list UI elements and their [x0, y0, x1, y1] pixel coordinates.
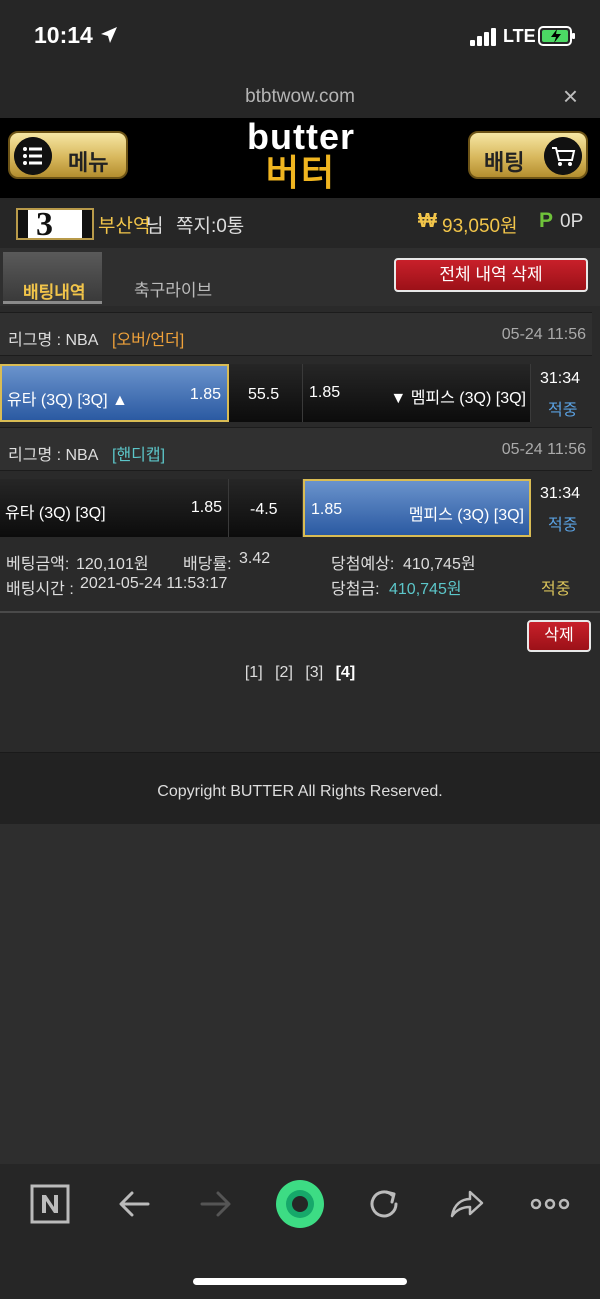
status-time: 10:14	[34, 22, 93, 48]
page-link[interactable]: [1]	[245, 664, 263, 682]
bet-amount-label: 베팅금액:	[6, 556, 70, 573]
status-bar: 10:14 LTE	[0, 0, 600, 76]
signal-icon	[470, 28, 496, 46]
league-date: 05-24 11:56	[501, 441, 586, 458]
home-team: 유타 (3Q) [3Q] ▲	[7, 392, 128, 409]
network-type: LTE	[503, 26, 536, 46]
more-options-icon[interactable]	[530, 1184, 570, 1224]
center-line: 55.5	[229, 364, 303, 422]
site-footer: Copyright BUTTER All Rights Reserved.	[0, 752, 600, 824]
close-icon[interactable]: ×	[563, 83, 578, 109]
game-time: 31:34	[540, 485, 581, 502]
delete-all-button[interactable]: 전체 내역 삭제	[394, 258, 588, 292]
balance: 93,050원	[442, 216, 518, 237]
rate-value: 3.42	[239, 550, 271, 567]
page-link[interactable]: [2]	[275, 664, 293, 682]
user-info-bar: 3 부산역 님 쪽지:0통 ₩ 93,050원 P 0P	[0, 198, 600, 248]
battery-icon	[538, 26, 575, 46]
location-arrow-icon	[101, 27, 117, 43]
site-header: 메뉴 butter 버터 배팅	[0, 118, 600, 198]
menu-label: 메뉴	[68, 150, 109, 175]
browser-toolbar	[0, 1164, 600, 1299]
rate-label: 배당률:	[183, 556, 232, 573]
tab-bet-history[interactable]: 배팅내역	[3, 252, 102, 304]
bet-label: 배팅	[484, 150, 525, 175]
home-option-selected[interactable]: 유타 (3Q) [3Q] ▲ 1.85	[0, 364, 229, 422]
points-value: 0P	[560, 211, 584, 232]
bet-row: 유타 (3Q) [3Q] 1.85 -4.5 1.85 멤피스 (3Q) [3Q…	[0, 479, 600, 537]
away-option-selected[interactable]: 1.85 멤피스 (3Q) [3Q]	[303, 479, 531, 537]
username: 부산역	[98, 216, 151, 237]
bet-slip-button[interactable]: 배팅	[468, 131, 588, 179]
share-icon[interactable]	[446, 1184, 486, 1224]
tab-soccer-live[interactable]: 축구라이브	[134, 276, 212, 301]
away-option[interactable]: 1.85 ▼ 멤피스 (3Q) [3Q]	[303, 364, 531, 422]
league-date: 05-24 11:56	[501, 326, 586, 343]
reload-icon[interactable]	[364, 1184, 404, 1224]
league-header: 리그명 : NBA [오버/언더] 05-24 11:56	[0, 312, 592, 356]
away-odds: 1.85	[309, 384, 341, 401]
bet-history-content: 리그명 : NBA [오버/언더] 05-24 11:56 유타 (3Q) [3…	[0, 306, 600, 752]
league-type: [오버/언더]	[112, 332, 185, 349]
away-odds: 1.85	[311, 501, 343, 518]
tab-bet-history-label: 배팅내역	[23, 283, 86, 302]
tab-bar: 배팅내역 축구라이브 전체 내역 삭제	[0, 248, 600, 306]
page-link[interactable]: [3]	[305, 664, 323, 682]
cart-icon	[544, 137, 582, 175]
bet-amount: 120,101원	[76, 556, 149, 573]
home-option[interactable]: 유타 (3Q) [3Q] 1.85	[0, 479, 229, 537]
messages-count[interactable]: 쪽지:0통	[176, 211, 244, 238]
home-odds: 1.85	[190, 499, 222, 516]
league-type: [핸디캡]	[112, 447, 166, 464]
logo-english: butter	[247, 116, 355, 157]
delete-button[interactable]: 삭제	[527, 620, 591, 652]
won-icon: ₩	[418, 210, 437, 232]
game-time: 31:34	[540, 370, 581, 387]
home-indicator	[193, 1278, 407, 1285]
logo-korean: 버터	[265, 152, 337, 193]
menu-list-icon	[14, 137, 52, 175]
bet-summary: 베팅금액: 120,101원 배당률: 3.42 당첨예상: 410,745원 …	[0, 544, 600, 620]
points-icon: P	[539, 209, 554, 232]
expected-label: 당첨예상:	[331, 556, 395, 573]
level-number: 3	[36, 206, 53, 243]
win-label: 당첨금:	[331, 581, 380, 598]
line-value: 55.5	[248, 386, 280, 403]
home-team: 유타 (3Q) [3Q]	[5, 505, 106, 522]
league-label: 리그명 : NBA	[8, 332, 99, 349]
username-suffix: 님	[146, 216, 164, 237]
league-header: 리그명 : NBA [핸디캡] 05-24 11:56	[0, 427, 592, 471]
center-line: -4.5	[229, 479, 303, 537]
league-label: 리그명 : NBA	[8, 447, 99, 464]
summary-result: 적중	[541, 581, 571, 598]
divider	[0, 611, 600, 613]
site-logo[interactable]: butter 버터	[228, 116, 374, 196]
naver-n-icon[interactable]	[30, 1184, 70, 1224]
line-value: -4.5	[250, 501, 278, 518]
back-arrow-icon[interactable]	[114, 1184, 154, 1224]
result-status: 적중	[548, 402, 578, 419]
result-status: 적중	[548, 517, 578, 534]
bet-row: 유타 (3Q) [3Q] ▲ 1.85 55.5 1.85 ▼ 멤피스 (3Q)…	[0, 364, 600, 422]
page-background	[0, 824, 600, 1164]
expected-value: 410,745원	[403, 556, 476, 573]
win-amount: 410,745원	[389, 581, 462, 598]
forward-arrow-icon[interactable]	[196, 1184, 236, 1224]
away-team: 멤피스 (3Q) [3Q]	[408, 507, 524, 524]
page-link-current[interactable]: [4]	[336, 664, 356, 682]
menu-button[interactable]: 메뉴	[8, 131, 128, 179]
away-team: ▼ 멤피스 (3Q) [3Q]	[390, 390, 526, 407]
copyright-text: Copyright BUTTER All Rights Reserved.	[157, 783, 443, 800]
url-bar: btbtwow.com ×	[0, 76, 600, 118]
url-text[interactable]: btbtwow.com	[0, 86, 600, 108]
bet-time-label: 배팅시간 :	[6, 581, 74, 598]
home-green-icon[interactable]	[276, 1180, 324, 1228]
pagination: [1] [2] [3] [4]	[0, 664, 600, 682]
level-badge: 3	[16, 206, 94, 243]
home-odds: 1.85	[189, 386, 221, 403]
bet-time: 2021-05-24 11:53:17	[80, 575, 228, 592]
